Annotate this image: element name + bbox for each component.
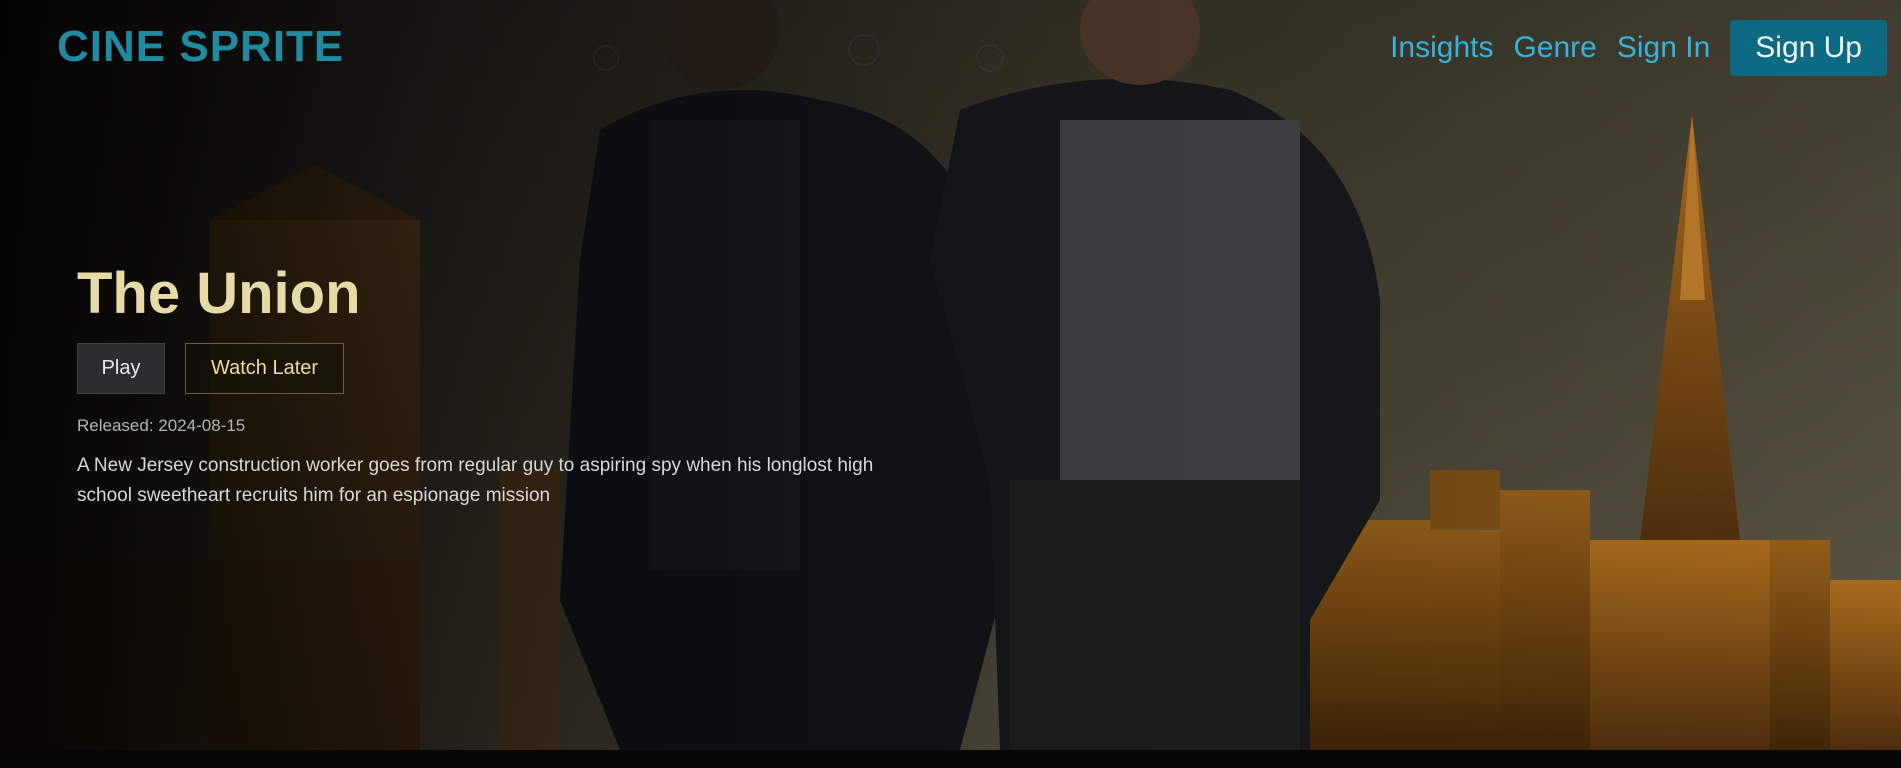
site-logo[interactable]: CINE SPRITE	[57, 20, 344, 74]
movie-title: The Union	[77, 261, 361, 326]
nav-link-genre[interactable]: Genre	[1513, 20, 1596, 76]
hero-banner: CINE SPRITE Insights Genre Sign In Sign …	[0, 0, 1901, 750]
page-bottom-strip	[0, 750, 1901, 768]
watch-later-button[interactable]: Watch Later	[185, 343, 344, 394]
movie-actions: Play Watch Later	[77, 343, 344, 394]
movie-description: A New Jersey construction worker goes fr…	[77, 455, 874, 506]
nav-link-sign-in[interactable]: Sign In	[1617, 20, 1710, 76]
release-date: Released: 2024-08-15	[77, 416, 246, 435]
sign-up-button[interactable]: Sign Up	[1730, 20, 1887, 76]
play-button[interactable]: Play	[77, 343, 165, 394]
nav-link-insights[interactable]: Insights	[1390, 20, 1493, 76]
main-nav: Insights Genre Sign In Sign Up	[1390, 20, 1887, 76]
